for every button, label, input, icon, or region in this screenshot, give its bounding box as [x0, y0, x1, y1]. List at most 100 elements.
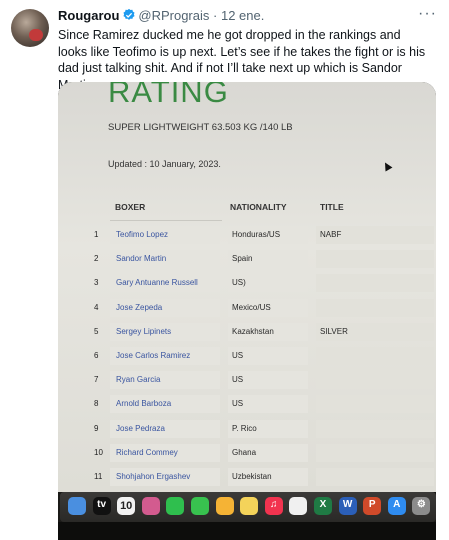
boxer-cell: Teofimo Lopez: [110, 226, 220, 244]
boxer-name: Arnold Barboza: [116, 399, 172, 409]
table-row: 11 Shohjahon Ergashev Uzbekistan: [58, 466, 436, 490]
nationality-cell: P. Rico: [228, 419, 308, 438]
reminders-icon[interactable]: [289, 497, 308, 515]
boxer-cell: Jose Zepeda: [110, 298, 220, 317]
nationality-value: Ghana: [232, 447, 257, 457]
table-row: 7 Ryan Garcia US: [58, 369, 436, 393]
weight-class: SUPER LIGHTWEIGHT 63.503 KG /140 LB: [108, 122, 293, 133]
mouse-cursor-icon: [381, 160, 393, 172]
user-handle[interactable]: @RPrograis: [138, 8, 209, 23]
title-cell: NABF: [316, 226, 434, 244]
title-cell: [316, 468, 434, 486]
rank-number: 3: [94, 278, 99, 288]
column-header-title: TITLE: [320, 202, 344, 212]
updated-date: Updated : 10 January, 2023.: [108, 159, 221, 169]
rank-number: 9: [94, 423, 99, 433]
nationality-cell: US: [228, 395, 308, 414]
boxer-cell: Sandor Martin: [110, 250, 220, 269]
apple-tv-icon[interactable]: tv: [92, 497, 111, 515]
title-cell: [316, 443, 434, 462]
facetime-icon[interactable]: [166, 497, 185, 515]
word-glyph: W: [342, 499, 353, 510]
nationality-value: Uzbekistan: [232, 472, 272, 481]
nationality-cell: US: [228, 347, 308, 365]
boxer-name: Jose Carlos Ramirez: [116, 351, 191, 360]
nationality-value: Honduras/US: [232, 230, 281, 239]
rating-heading: RATING: [108, 82, 229, 109]
column-header-nationality: NATIONALITY: [230, 202, 287, 212]
rank-number: 5: [94, 326, 99, 336]
boxing-glove-icon: [29, 29, 43, 41]
title-cell: [316, 250, 434, 269]
title-cell: [316, 274, 434, 293]
nationality-cell: Honduras/US: [228, 226, 308, 244]
boxer-name: Jose Pedraza: [116, 423, 165, 433]
header-divider: [110, 220, 222, 221]
nationality-value: US: [232, 351, 244, 360]
notes-icon[interactable]: [240, 497, 259, 515]
calendar-glyph: 10: [120, 500, 133, 512]
table-row: 2 Sandor Martin Spain: [58, 248, 436, 272]
nationality-value: Mexico/US: [232, 302, 271, 312]
separator-dot: ·: [213, 8, 218, 23]
boxer-name: Jose Zepeda: [116, 302, 163, 312]
nationality-cell: Spain: [228, 250, 308, 269]
tweet-date[interactable]: 12 ene.: [221, 8, 264, 23]
finder-icon[interactable]: [68, 497, 86, 515]
table-row: 9 Jose Pedraza P. Rico: [58, 418, 436, 442]
boxer-cell: Sergey Lipinets: [110, 322, 220, 341]
boxer-cell: Richard Commey: [110, 443, 220, 462]
word-icon[interactable]: W: [338, 497, 357, 515]
rank-number: 1: [94, 230, 99, 239]
boxer-name: Sergey Lipinets: [116, 326, 172, 336]
photos-icon[interactable]: [215, 497, 234, 515]
app-store-glyph: A: [393, 499, 401, 510]
rank-number: 11: [94, 472, 103, 481]
nationality-cell: Mexico/US: [228, 298, 308, 317]
nationality-cell: Ghana: [228, 443, 308, 462]
excel-icon[interactable]: X: [314, 497, 332, 515]
rank-number: 10: [94, 447, 103, 457]
table-row: 8 Arnold Barboza US: [58, 393, 436, 417]
boxer-name: Richard Commey: [116, 447, 178, 457]
nationality-cell: Uzbekistan: [228, 468, 308, 486]
title-value: NABF: [320, 230, 342, 239]
messages-icon[interactable]: [191, 497, 209, 515]
nationality-cell: Kazakhstan: [228, 322, 308, 341]
boxer-name: Shohjahon Ergashev: [116, 472, 191, 481]
rating-sheet: RATING SUPER LIGHTWEIGHT 63.503 KG /140 …: [58, 82, 436, 492]
mac-dock: tv 10 ♫ X W P A ⚙: [60, 492, 436, 522]
avatar[interactable]: [11, 9, 49, 47]
music-icon[interactable]: ♫: [264, 497, 283, 515]
table-row: 1 Teofimo Lopez Honduras/US NABF: [58, 224, 436, 248]
more-options-icon[interactable]: ···: [418, 6, 437, 22]
nationality-value: US): [232, 278, 246, 288]
tweet-photo[interactable]: RATING SUPER LIGHTWEIGHT 63.503 KG /140 …: [58, 82, 436, 540]
apple-tv-glyph: tv: [97, 499, 107, 510]
launchpad-icon[interactable]: [141, 497, 160, 515]
display-name[interactable]: Rougarou: [58, 8, 119, 23]
table-row: 3 Gary Antuanne Russell US): [58, 272, 436, 296]
column-header-boxer: BOXER: [115, 202, 146, 212]
nationality-value: US: [232, 375, 244, 385]
calendar-icon[interactable]: 10: [117, 497, 136, 515]
boxer-cell: Ryan Garcia: [110, 371, 220, 390]
boxer-name: Sandor Martin: [116, 254, 167, 264]
powerpoint-icon[interactable]: P: [363, 497, 382, 515]
title-cell: SILVER: [316, 322, 434, 341]
table-row: 4 Jose Zepeda Mexico/US: [58, 297, 436, 321]
music-glyph: ♫: [270, 499, 278, 510]
boxer-name: Gary Antuanne Russell: [116, 278, 198, 288]
nationality-value: Spain: [232, 254, 253, 264]
boxer-cell: Shohjahon Ergashev: [110, 468, 220, 486]
boxer-cell: Jose Carlos Ramirez: [110, 347, 220, 365]
nationality-value: P. Rico: [232, 423, 257, 433]
app-store-icon[interactable]: A: [387, 497, 406, 515]
system-settings-icon[interactable]: ⚙: [412, 497, 431, 515]
powerpoint-glyph: P: [368, 499, 376, 510]
boxer-cell: Arnold Barboza: [110, 395, 220, 414]
excel-glyph: X: [319, 499, 327, 510]
nationality-value: Kazakhstan: [232, 326, 274, 336]
table-row: 6 Jose Carlos Ramirez US: [58, 345, 436, 369]
title-cell: [316, 419, 434, 438]
